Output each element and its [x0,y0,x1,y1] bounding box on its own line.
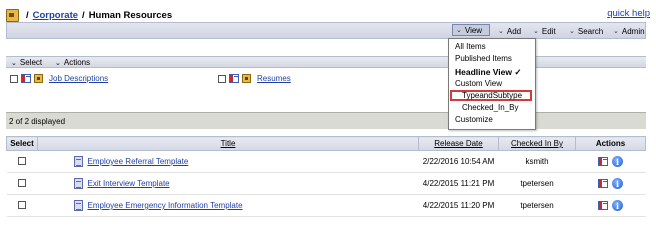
checked-in-by-cell: ksmith [498,150,576,173]
document-title-link[interactable]: Employee Emergency Information Template [88,201,243,210]
document-title-link[interactable]: Employee Referral Template [88,157,189,166]
toolbar: ⌄ View ⌄ Add ⌄ Edit ⌄ Search ⌄ Admin [6,22,646,39]
checked-in-by-cell: tpetersen [498,172,576,195]
menu-item-checked-in-by[interactable]: Checked_In_By [462,102,518,114]
quick-help-link[interactable]: quick help [607,8,650,19]
actions-cell: i [575,194,646,217]
breadcrumb-link-corporate[interactable]: Corporate [33,10,78,21]
checked-in-by-cell: tpetersen [498,194,576,217]
view-menu-label: View [464,25,483,35]
table-row: Employee Emergency Information Template … [6,194,646,217]
edit-menu-label: Edit [541,26,556,36]
table-row: Exit Interview Template 4/22/2015 11:21 … [6,172,646,195]
select-column-header: Select [6,136,38,151]
job-descriptions-link[interactable]: Job Descriptions [49,74,108,83]
admin-menu-label: Admin [621,26,645,36]
folder-icon [6,8,19,22]
select-menu-label: Select [19,58,43,67]
release-date-cell: 4/22/2015 11:20 PM [418,194,499,217]
document-icon [73,178,83,189]
release-date-column-header[interactable]: Release Date [418,136,499,151]
row-checkbox[interactable] [18,178,26,187]
release-date-cell: 4/22/2015 11:21 PM [418,172,499,195]
actions-column-header: Actions [575,136,646,151]
view-menu-button[interactable]: ⌄ View [452,24,490,36]
breadcrumb-separator: / [26,9,29,21]
row-checkbox[interactable] [18,156,26,165]
select-cell [6,172,38,195]
actions-menu-label: Actions [63,58,91,67]
chevron-down-icon: ⌄ [11,59,17,67]
release-date-cell: 2/22/2016 10:54 AM [418,150,499,173]
release-date-sort-link[interactable]: Release Date [434,139,482,148]
title-sort-link[interactable]: Title [221,139,236,148]
folder-icon [242,74,251,83]
title-cell: Exit Interview Template [37,172,419,195]
title-cell: Employee Emergency Information Template [37,194,419,217]
chevron-down-icon: ⌄ [533,28,539,35]
table-row: Employee Referral Template 2/22/2016 10:… [6,150,646,173]
list-view-icon[interactable] [598,179,608,188]
checked-in-by-column-header[interactable]: Checked In By [498,136,576,151]
chevron-down-icon: ⌄ [456,27,462,34]
add-menu-button[interactable]: ⌄ Add [495,25,524,37]
checked-in-by-sort-link[interactable]: Checked In By [511,139,563,148]
status-bar: 2 of 2 displayed [6,112,646,129]
menu-item-headline-view[interactable]: Headline View ✓ [455,66,522,78]
breadcrumb-separator: / [82,9,85,21]
table-header-row: Select Title Release Date Checked In By … [6,136,646,151]
title-cell: Employee Referral Template [37,150,419,173]
info-icon[interactable]: i [612,156,623,167]
chevron-down-icon: ⌄ [498,28,504,35]
add-menu-label: Add [506,26,522,36]
select-menu-button[interactable]: ⌄ Select [11,57,42,68]
content-item: Job Descriptions [10,74,108,83]
info-icon[interactable]: i [612,200,623,211]
info-icon[interactable]: i [612,178,623,189]
select-cell [6,194,38,217]
list-view-icon[interactable] [598,201,608,210]
list-view-icon[interactable] [229,74,239,83]
title-column-header[interactable]: Title [37,136,419,151]
list-view-icon[interactable] [598,157,608,166]
actions-menu-button[interactable]: ⌄ Actions [55,57,90,68]
chevron-down-icon: ⌄ [569,28,575,35]
content-item: Resumes [218,74,291,83]
breadcrumb: / Corporate / Human Resources [6,8,172,22]
edit-menu-button[interactable]: ⌄ Edit [530,25,559,37]
menu-item-customize[interactable]: Customize [455,114,493,126]
document-title-link[interactable]: Exit Interview Template [88,179,170,188]
page-title: Human Resources [88,9,173,21]
documents-table: Select Title Release Date Checked In By … [6,136,646,217]
resumes-link[interactable]: Resumes [257,74,291,83]
view-dropdown-menu: All Items Published Items Headline View … [448,38,536,130]
section-action-bar: ⌄ Select ⌄ Actions [6,56,646,68]
search-menu-label: Search [577,26,604,36]
row-checkbox[interactable] [18,200,26,209]
admin-menu-button[interactable]: ⌄ Admin [610,25,648,37]
select-cell [6,150,38,173]
item-checkbox[interactable] [10,74,18,83]
item-checkbox[interactable] [218,74,226,83]
actions-cell: i [575,172,646,195]
chevron-down-icon: ⌄ [613,28,619,35]
menu-item-typeandsubtype[interactable]: TypeandSubtype [462,90,522,102]
document-icon [73,200,83,211]
item-count: 2 of 2 displayed [9,116,66,126]
document-icon [73,156,83,167]
search-menu-button[interactable]: ⌄ Search [566,25,606,37]
actions-cell: i [575,150,646,173]
menu-item-all-items[interactable]: All Items [455,41,486,53]
menu-item-published-items[interactable]: Published Items [455,53,512,65]
chevron-down-icon: ⌄ [55,59,61,67]
menu-item-custom-view[interactable]: Custom View [455,78,502,90]
folder-icon [34,74,43,83]
list-view-icon[interactable] [21,74,31,83]
